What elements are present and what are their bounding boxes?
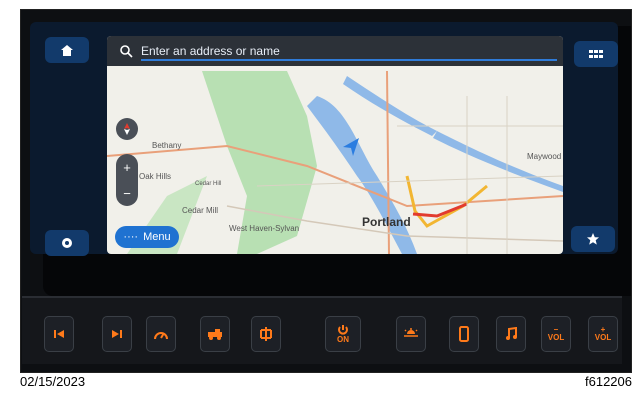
settings-icon <box>62 238 72 248</box>
search-icon <box>120 45 133 58</box>
home-button[interactable] <box>45 37 89 63</box>
compass-button[interactable] <box>116 118 138 140</box>
control-panel: ON – VOL + VOL <box>22 296 622 364</box>
map-label-cedar-mill: Cedar Mill <box>182 206 219 215</box>
map-label-maywood: Maywood <box>527 152 562 161</box>
prev-track-icon <box>54 330 64 338</box>
prev-track-button[interactable] <box>44 316 74 352</box>
menu-dots-icon: ···· <box>123 231 139 243</box>
favorites-button[interactable] <box>571 226 615 252</box>
phone-button[interactable] <box>449 316 479 352</box>
light-icon <box>404 328 418 337</box>
map-label-west-haven: West Haven-Sylvan <box>229 224 300 233</box>
zoom-out-icon: − <box>123 185 131 201</box>
next-track-icon <box>112 330 122 338</box>
next-track-button[interactable] <box>102 316 132 352</box>
zoom-out-button[interactable]: − <box>116 180 138 206</box>
settings-button[interactable] <box>45 230 89 256</box>
volume-up-button[interactable]: + VOL <box>588 316 618 352</box>
search-bar[interactable]: Enter an address or name <box>107 36 563 66</box>
footer-figure-id: f612206 <box>585 374 632 389</box>
vehicle-icon <box>208 329 222 340</box>
apps-button[interactable] <box>574 41 618 67</box>
zoom-in-button[interactable]: + <box>116 154 138 180</box>
menu-button[interactable]: ···· Menu <box>115 226 179 248</box>
zoom-in-icon: + <box>123 159 131 175</box>
menu-label: Menu <box>143 231 171 243</box>
position-arrow-icon <box>343 138 359 156</box>
map-label-portland: Portland <box>362 215 411 229</box>
speedometer-icon <box>154 332 168 340</box>
volume-up-label: VOL <box>594 333 612 342</box>
power-on-label: ON <box>337 335 349 344</box>
light-button[interactable] <box>396 316 426 352</box>
navigation-map[interactable]: Enter an address or name + − Bethany Oak… <box>107 36 563 254</box>
music-icon <box>506 327 517 340</box>
grid-icon <box>589 50 603 58</box>
phone-icon <box>459 326 469 342</box>
footer-date: 02/15/2023 <box>20 374 86 389</box>
volume-down-label: VOL <box>547 333 565 342</box>
compass-icon <box>124 123 130 135</box>
vehicle-button[interactable] <box>200 316 230 352</box>
map-label-bethany: Bethany <box>152 141 182 150</box>
music-button[interactable] <box>496 316 526 352</box>
map-label-cedar-hill: Cedar Hill <box>195 181 222 187</box>
search-underline <box>141 59 557 61</box>
speed-button[interactable] <box>146 316 176 352</box>
search-input[interactable]: Enter an address or name <box>141 44 280 58</box>
map-label-oak-hills: Oak Hills <box>139 172 172 181</box>
volume-down-button[interactable]: – VOL <box>541 316 571 352</box>
home-icon <box>61 44 73 56</box>
diff-lock-icon <box>260 327 272 341</box>
star-icon <box>587 233 599 245</box>
diff-lock-button[interactable] <box>251 316 281 352</box>
power-button[interactable]: ON <box>325 316 361 352</box>
